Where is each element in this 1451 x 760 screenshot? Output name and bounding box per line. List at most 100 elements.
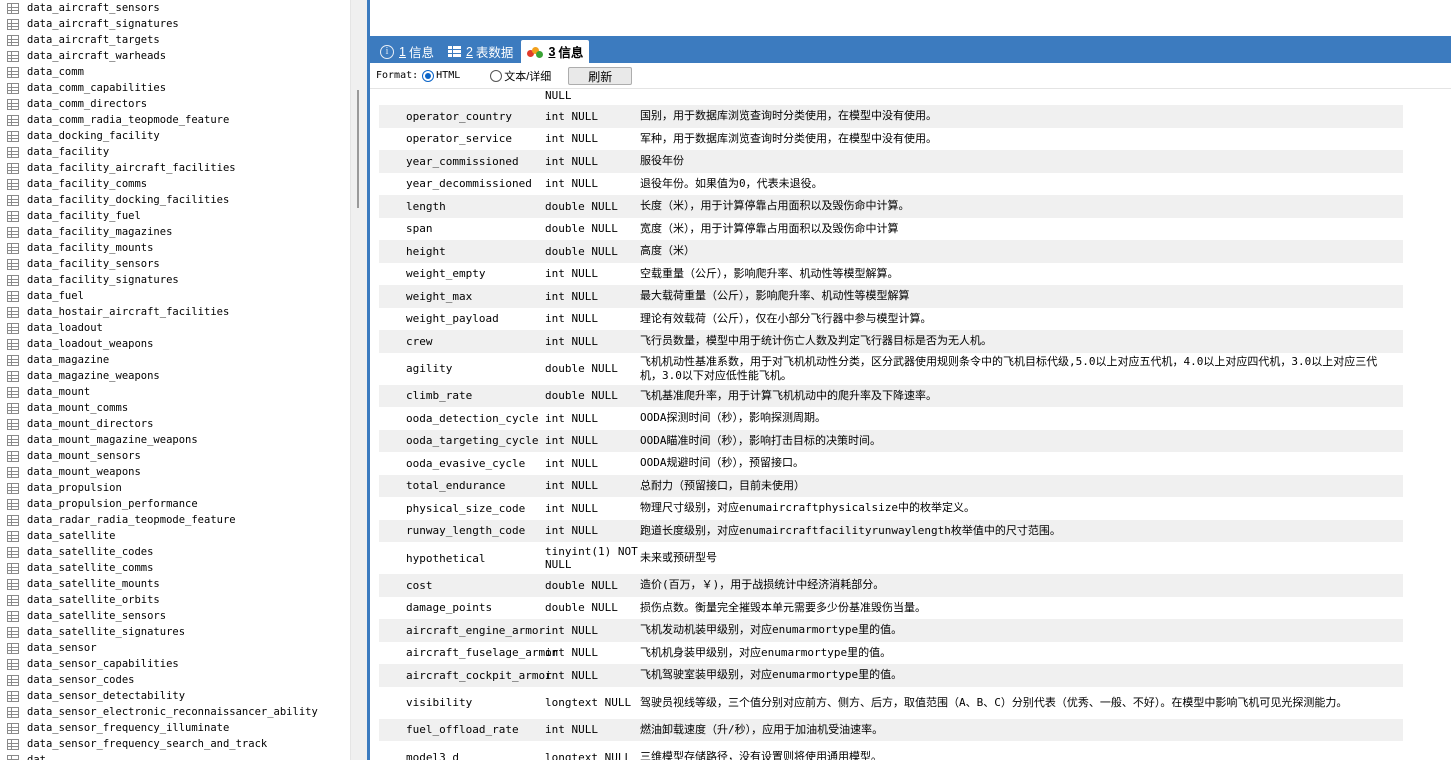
tree-item[interactable]: data_sensor [0, 640, 350, 656]
table-row: ooda_targeting_cycle int NULL OODA瞄准时间（秒），… [379, 429, 1403, 452]
tree-item[interactable]: data_facility_aircraft_facilities [0, 160, 350, 176]
query-area[interactable] [370, 0, 1451, 36]
tree-item[interactable]: data_facility [0, 144, 350, 160]
tree-item[interactable]: data_sensor_frequency_search_and_track [0, 736, 350, 752]
tree-item[interactable]: data_satellite [0, 528, 350, 544]
tree-item[interactable]: data_facility_comms [0, 176, 350, 192]
column-type-cell: int NULL [545, 524, 598, 538]
format-html-radio[interactable] [422, 69, 435, 82]
format-text-radio[interactable] [490, 69, 503, 82]
tree-item[interactable]: data_loadout_weapons [0, 336, 350, 352]
column-type-cell: int NULL [545, 411, 598, 425]
table-row: operator_service int NULL 军种，用于数据库浏览查询时分类使… [379, 128, 1403, 151]
tree-item[interactable]: data_mount [0, 384, 350, 400]
tree-item[interactable]: data_facility_fuel [0, 208, 350, 224]
tree-item[interactable]: data_satellite_mounts [0, 576, 350, 592]
column-comment-cell: 空载重量（公斤），影响爬升率、机动性等模型解算。 [640, 266, 899, 280]
tree-item[interactable]: dat [0, 752, 350, 760]
tree-item-label: data_satellite_comms [27, 562, 154, 574]
tree-item[interactable]: data_mount_weapons [0, 464, 350, 480]
tree-item[interactable]: data_loadout [0, 320, 350, 336]
tree-item[interactable]: data_facility_mounts [0, 240, 350, 256]
tree-item[interactable]: data_sensor_electronic_reconnaissancer_a… [0, 704, 350, 720]
tree-item[interactable]: data_satellite_codes [0, 544, 350, 560]
tree-item[interactable]: data_magazine_weapons [0, 368, 350, 384]
tree-item[interactable]: data_satellite_comms [0, 560, 350, 576]
format-text-label[interactable]: 文本/详细 [504, 68, 551, 84]
tree-item[interactable]: data_magazine [0, 352, 350, 368]
column-name-cell: aircraft_cockpit_armor [406, 668, 552, 682]
table-tree-panel: data_aircraft_sensors data_aircraft_signa… [0, 0, 350, 760]
tree-item[interactable]: data_sensor_detectability [0, 688, 350, 704]
tree-item-label: data_satellite_sensors [27, 610, 167, 622]
table-row: crew int NULL 飞行员数量，模型中用于统计伤亡人数及判定飞行器目标是否为… [379, 330, 1403, 353]
tree-item[interactable]: data_satellite_sensors [0, 608, 350, 624]
column-comment-cell: 造价(百万，￥)，用于战损统计中经济消耗部分。 [640, 578, 885, 592]
tree-item[interactable]: data_radar_radia_teopmode_feature [0, 512, 350, 528]
column-name-cell: fuel_offload_rate [406, 723, 519, 737]
refresh-button[interactable]: 刷新 [568, 66, 633, 85]
tree-item[interactable]: data_facility_sensors [0, 256, 350, 272]
column-type-cell: int NULL [545, 267, 598, 281]
tree-item-label: data_comm [27, 66, 84, 78]
tree-item[interactable]: data_aircraft_targets [0, 32, 350, 48]
tree-item[interactable]: data_mount_directors [0, 416, 350, 432]
column-comment-cell: 最大载荷重量（公斤），影响爬升率、机动性等模型解算 [640, 289, 910, 303]
tree-item[interactable]: data_comm_radia_teopmode_feature [0, 112, 350, 128]
column-name-cell: aircraft_engine_armor [406, 623, 546, 637]
tab-info-1[interactable]: i 1 信息 [374, 40, 440, 63]
table-icon [7, 690, 19, 702]
tab-table-data[interactable]: 2 表数据 [442, 40, 519, 63]
table-icon [7, 722, 19, 734]
column-name-cell: span [406, 222, 433, 236]
tree-item[interactable]: data_mount_comms [0, 400, 350, 416]
tree-item[interactable]: data_sensor_codes [0, 672, 350, 688]
tree-item-label: data_sensor_codes [27, 674, 135, 686]
tree-item[interactable]: data_propulsion [0, 480, 350, 496]
tree-item[interactable]: data_mount_magazine_weapons [0, 432, 350, 448]
tree-item[interactable]: data_facility_docking_facilities [0, 192, 350, 208]
tree-item[interactable]: data_satellite_orbits [0, 592, 350, 608]
tree-item[interactable]: data_aircraft_warheads [0, 48, 350, 64]
column-type-cell: double NULL [545, 222, 618, 236]
tree-item-label: dat [27, 754, 46, 760]
tree-scrollbar-thumb[interactable] [357, 90, 359, 208]
tree-item-label: data_sensor_capabilities [27, 658, 179, 670]
tree-item[interactable]: data_docking_facility [0, 128, 350, 144]
tree-item[interactable]: data_mount_sensors [0, 448, 350, 464]
tree-item[interactable]: data_comm [0, 64, 350, 80]
tree-item-label: data_satellite_codes [27, 546, 154, 558]
tree-item[interactable]: data_satellite_signatures [0, 624, 350, 640]
table-icon [7, 706, 19, 718]
column-comment-cell: 军种，用于数据库浏览查询时分类使用，在模型中没有使用。 [640, 131, 937, 145]
tree-item-label: data_propulsion_performance [27, 498, 198, 510]
column-name-cell: crew [406, 334, 433, 348]
tree-item-label: data_sensor_electronic_reconnaissancer_a… [27, 706, 318, 718]
tab-info-3[interactable]: 3 信息 [521, 40, 590, 63]
tree-item[interactable]: data_facility_magazines [0, 224, 350, 240]
tree-item-label: data_docking_facility [27, 130, 160, 142]
tree-item[interactable]: data_fuel [0, 288, 350, 304]
column-comment-cell: 理论有效载荷（公斤），仅在小部分飞行器中参与模型计算。 [640, 311, 932, 325]
tree-item-label: data_aircraft_signatures [27, 18, 179, 30]
column-type-cell: int NULL [545, 723, 598, 737]
tree-item[interactable]: data_facility_signatures [0, 272, 350, 288]
tree-item[interactable]: data_sensor_capabilities [0, 656, 350, 672]
column-comment-cell: 三维模型存储路径，没有设置则将使用通用模型。 [640, 750, 882, 760]
column-type-cell: double NULL [545, 389, 618, 403]
column-type-cell: double NULL [545, 578, 618, 592]
table-row: visibility longtext NULL 驾驶员视线等级，三个值分别对应前方… [379, 687, 1403, 719]
column-type-cell: int NULL [545, 479, 598, 493]
table-icon [7, 418, 19, 430]
tree-item[interactable]: data_comm_capabilities [0, 80, 350, 96]
format-html-label[interactable]: HTML [436, 70, 460, 81]
tree-item[interactable]: data_aircraft_signatures [0, 16, 350, 32]
tree-item[interactable]: data_sensor_frequency_illuminate [0, 720, 350, 736]
tree-item[interactable]: data_comm_directors [0, 96, 350, 112]
tree-item[interactable]: data_propulsion_performance [0, 496, 350, 512]
tree-item[interactable]: data_hostair_aircraft_facilities [0, 304, 350, 320]
tree-scrollbar[interactable] [350, 0, 367, 760]
column-type-cell: int NULL [545, 312, 598, 326]
tree-item[interactable]: data_aircraft_sensors [0, 0, 350, 16]
column-comment-cell: 服役年份 [640, 154, 684, 168]
